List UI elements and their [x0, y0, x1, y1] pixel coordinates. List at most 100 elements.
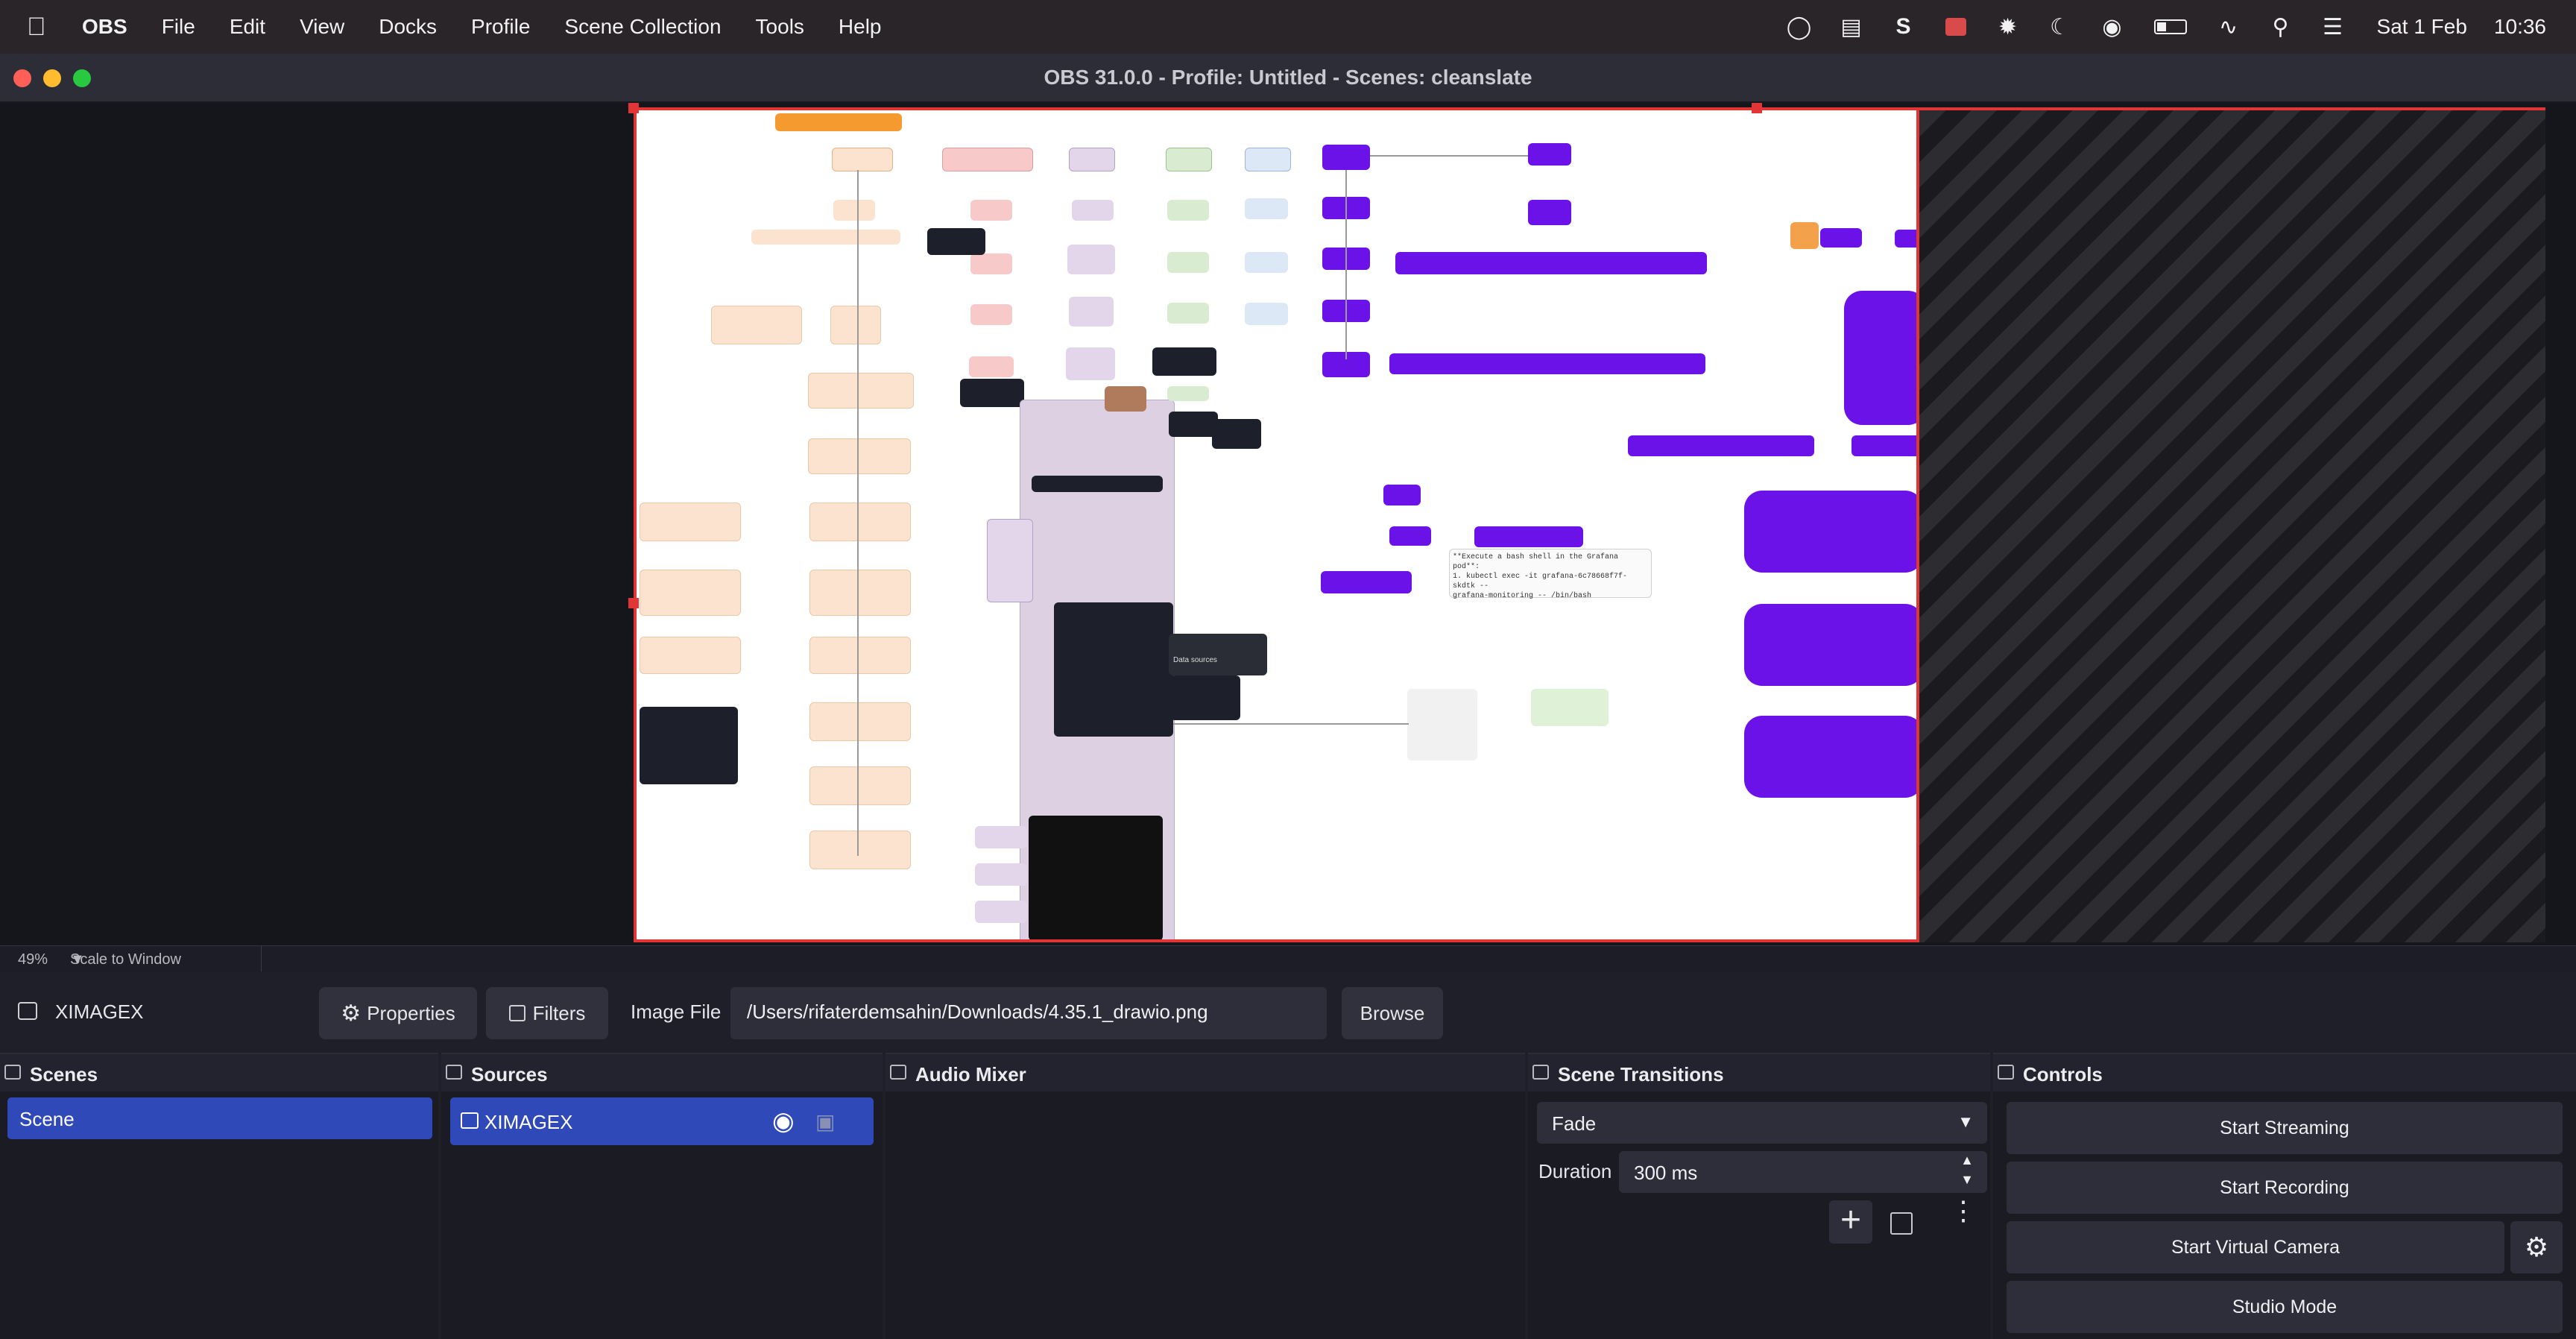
diagram-node — [969, 356, 1014, 377]
apple-icon[interactable]:  — [27, 13, 57, 42]
diagram-node — [1628, 435, 1814, 456]
start-virtual-camera-button[interactable]: Start Virtual Camera — [2007, 1221, 2504, 1273]
menubar-time[interactable]: 10:36 — [2494, 15, 2546, 39]
resize-handle[interactable] — [628, 103, 639, 113]
diagram-node — [830, 306, 881, 344]
transition-select[interactable]: Fade ▼ — [1537, 1102, 1987, 1144]
diagram-node — [833, 200, 875, 221]
chart-icon[interactable]: ▤ — [1839, 14, 1864, 40]
trash-icon[interactable] — [1890, 1212, 1913, 1235]
add-transition-button[interactable]: + — [1829, 1200, 1872, 1244]
preview-scale-bar: 49% Scale to Window ▼ — [0, 945, 2576, 973]
eye-icon[interactable]: ◉ — [772, 1106, 795, 1136]
menubar-date[interactable]: Sat 1 Feb — [2377, 15, 2467, 39]
audio-mixer-dock: Audio Mixer — [886, 1053, 1525, 1339]
diagram-node — [809, 702, 911, 741]
diagram-node — [1474, 526, 1583, 547]
dock-icon[interactable] — [890, 1065, 906, 1080]
virtual-camera-settings-button[interactable]: ⚙ — [2510, 1221, 2563, 1273]
browse-button[interactable]: Browse — [1342, 987, 1443, 1039]
image-source-preview[interactable]: **Execute a bash shell in the Grafana po… — [634, 107, 1919, 942]
audio-mixer-title: Audio Mixer — [915, 1063, 1026, 1086]
properties-button[interactable]: ⚙ Properties — [319, 987, 477, 1039]
diagram-screenshot: Data sources — [1169, 634, 1267, 675]
diagram-node — [1744, 604, 1916, 686]
diagram-screenshot — [1531, 689, 1609, 726]
diagram-note-line: **Execute a bash shell in the Grafana po… — [1453, 553, 1619, 571]
menu-app-name[interactable]: OBS — [82, 15, 127, 39]
diagram-node — [1528, 143, 1571, 166]
menu-edit[interactable]: Edit — [230, 15, 265, 39]
diagram-node — [1067, 245, 1115, 274]
diagram-note-line: grafana-monitoring -- /bin/bash — [1453, 592, 1592, 600]
diagram-node — [640, 637, 741, 674]
gear-sun-icon[interactable]: ✹ — [1995, 14, 2021, 40]
dock-icon[interactable] — [1532, 1065, 1549, 1080]
diagram-node — [1167, 252, 1209, 273]
wifi-icon[interactable]: ∿ — [2216, 14, 2241, 40]
chevron-down-icon[interactable]: ▼ — [70, 951, 85, 968]
diagram-node — [808, 438, 911, 474]
diagram-screenshot — [1407, 689, 1477, 760]
moon-icon[interactable]: ☾ — [2048, 14, 2073, 40]
diagram-node — [1383, 485, 1421, 505]
diagram-screenshot — [1212, 419, 1261, 449]
menu-docks[interactable]: Docks — [379, 15, 437, 39]
s-icon[interactable]: S — [1891, 14, 1916, 40]
battery-icon[interactable] — [2152, 14, 2189, 40]
resize-handle[interactable] — [1752, 103, 1762, 113]
preview-area[interactable]: **Execute a bash shell in the Grafana po… — [0, 103, 2576, 945]
menu-profile[interactable]: Profile — [471, 15, 530, 39]
diagram-node — [775, 113, 902, 131]
control-center-icon[interactable]: ☰ — [2320, 14, 2346, 40]
diagram-node — [1069, 148, 1115, 171]
gear-icon: ⚙ — [341, 1001, 362, 1026]
resize-handle[interactable] — [628, 598, 639, 608]
menu-bar:  OBS File Edit View Docks Profile Scene… — [0, 0, 2576, 54]
menu-file[interactable]: File — [162, 15, 195, 39]
chevron-down-icon[interactable]: ▼ — [1957, 1112, 1974, 1132]
scene-transitions-dock: Scene Transitions Fade ▼ Duration 300 ms… — [1528, 1053, 1990, 1339]
spin-down-icon[interactable]: ▼ — [1960, 1172, 1974, 1188]
start-recording-button[interactable]: Start Recording — [2007, 1162, 2563, 1214]
diagram-node — [1744, 716, 1916, 798]
more-options-icon[interactable]: ⋮ — [1950, 1197, 1977, 1224]
zoom-level: 49% — [18, 951, 48, 968]
app-icon[interactable]: ◯ — [1787, 14, 1812, 40]
diagram-screenshot — [1105, 386, 1146, 412]
menu-view[interactable]: View — [300, 15, 344, 39]
filters-button[interactable]: Filters — [486, 987, 608, 1039]
lock-icon[interactable]: ▣ — [815, 1109, 835, 1133]
diagram-node — [640, 570, 741, 616]
scale-mode-select[interactable]: Scale to Window ▼ — [66, 946, 262, 971]
scenes-dock-header: Scenes — [0, 1054, 438, 1091]
diagram-node — [1395, 252, 1707, 274]
dock-icon[interactable] — [4, 1065, 21, 1080]
spin-up-icon[interactable]: ▲ — [1960, 1153, 1974, 1168]
diagram-node — [1167, 386, 1209, 401]
start-streaming-button[interactable]: Start Streaming — [2007, 1102, 2563, 1154]
source-item-name: XIMAGEX — [484, 1111, 573, 1133]
controls-dock: Controls Start Streaming Start Recording… — [1993, 1053, 2576, 1339]
diagram-node — [1389, 353, 1705, 374]
diagram-node — [970, 200, 1012, 221]
dock-icon[interactable] — [1998, 1065, 2014, 1080]
user-icon[interactable]: ◉ — [2100, 14, 2125, 40]
image-file-path-field[interactable]: /Users/rifaterdemsahin/Downloads/4.35.1_… — [730, 987, 1327, 1039]
diagram-node — [809, 502, 911, 541]
scene-list-item[interactable]: Scene — [7, 1097, 432, 1139]
menu-scene-collection[interactable]: Scene Collection — [564, 15, 721, 39]
studio-mode-button[interactable]: Studio Mode — [2007, 1281, 2563, 1333]
menu-help[interactable]: Help — [839, 15, 882, 39]
scene-transitions-dock-header: Scene Transitions — [1528, 1054, 1990, 1091]
diagram-node — [832, 148, 893, 171]
duration-spinbox[interactable]: 300 ms ▲ ▼ — [1619, 1151, 1987, 1193]
dock-icon[interactable] — [446, 1065, 462, 1080]
diagram-node — [975, 863, 1027, 886]
image-source-icon — [461, 1112, 479, 1129]
search-icon[interactable]: ⚲ — [2268, 14, 2294, 40]
recording-icon[interactable] — [1943, 14, 1969, 40]
source-list-item[interactable]: XIMAGEX ◉ ▣ — [450, 1097, 874, 1145]
image-source-icon — [18, 1002, 37, 1020]
menu-tools[interactable]: Tools — [756, 15, 804, 39]
